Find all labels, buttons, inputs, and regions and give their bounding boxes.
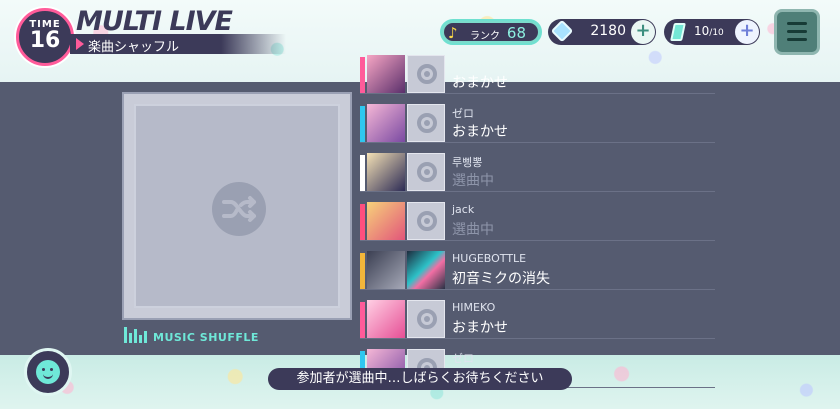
disc-icon [417, 309, 437, 329]
gem-value: 2180 [590, 23, 626, 39]
music-shuffle-label: MUSIC SHUFFLE [153, 331, 259, 344]
player-name: ゼロ [452, 107, 474, 120]
shuffle-icon [212, 182, 266, 236]
player-song-status: 選曲中 [452, 222, 494, 238]
disc-icon [417, 64, 437, 84]
avatar [367, 55, 405, 93]
live-bonus-icon [670, 23, 686, 41]
participant-row: 루삥뽕 選曲中 [360, 150, 715, 192]
player-name: ゼロ [452, 352, 474, 365]
time-badge: TIME 16 [16, 8, 74, 66]
row-accent [360, 253, 365, 289]
page-subtitle: 楽曲シャッフル [88, 40, 180, 55]
player-song-status: おまかせ [452, 124, 508, 140]
player-name: HUGEBOTTLE [452, 252, 527, 265]
player-name: HIMEKO [452, 301, 496, 314]
avatar [367, 202, 405, 240]
participant-row: ゼロ おまかせ [360, 101, 715, 143]
crystal-icon [550, 19, 574, 43]
avatar [367, 104, 405, 142]
song-disc-icon [407, 153, 445, 191]
waiting-message: 参加者が選曲中…しばらくお待ちください [268, 368, 572, 390]
smiley-icon [36, 360, 60, 384]
row-accent [360, 155, 365, 191]
rank-badge: ♪ ランク 68 [440, 19, 542, 45]
participant-row: おまかせ [360, 52, 715, 94]
music-note-icon: ♪ [448, 24, 458, 42]
avatar [367, 153, 405, 191]
add-gems-button[interactable]: + [631, 20, 655, 44]
player-name: jack [452, 203, 475, 216]
avatar [367, 251, 405, 289]
song-disc-icon [407, 202, 445, 240]
avatar [367, 300, 405, 338]
player-song-status: おまかせ [452, 75, 508, 91]
rank-value: 68 [506, 24, 526, 42]
time-value: 16 [29, 28, 61, 53]
disc-icon [417, 211, 437, 231]
player-name: 루삥뽕 [452, 156, 483, 169]
song-disc-icon [407, 55, 445, 93]
live-bonus-counter: 10/10 + [664, 19, 760, 45]
row-accent [360, 106, 365, 142]
add-live-bonus-button[interactable]: + [735, 20, 759, 44]
hamburger-icon [787, 22, 807, 25]
play-arrow-icon [76, 38, 84, 50]
player-song-status: 初音ミクの消失 [452, 271, 550, 287]
disc-icon [417, 162, 437, 182]
row-accent [360, 302, 365, 338]
participant-row: jack 選曲中 [360, 199, 715, 241]
row-accent [360, 204, 365, 240]
shuffle-jacket-placeholder [134, 104, 340, 308]
participant-row: HUGEBOTTLE 初音ミクの消失 [360, 248, 715, 290]
row-accent [360, 57, 365, 93]
live-bonus-value: 10/10 [694, 24, 724, 38]
stamp-chat-button[interactable] [24, 348, 72, 396]
gem-counter: 2180 + [548, 19, 656, 45]
player-song-status: 選曲中 [452, 173, 494, 189]
page-title: MULTI LIVE [76, 6, 233, 37]
player-song-status: おまかせ [452, 320, 508, 336]
rank-label: ランク [470, 31, 500, 42]
song-disc-icon [407, 104, 445, 142]
menu-button[interactable] [774, 9, 820, 55]
disc-icon [417, 113, 437, 133]
song-jacket [407, 251, 445, 289]
song-disc-icon [407, 300, 445, 338]
music-shuffle-card [122, 92, 352, 320]
participant-row: HIMEKO おまかせ [360, 297, 715, 339]
